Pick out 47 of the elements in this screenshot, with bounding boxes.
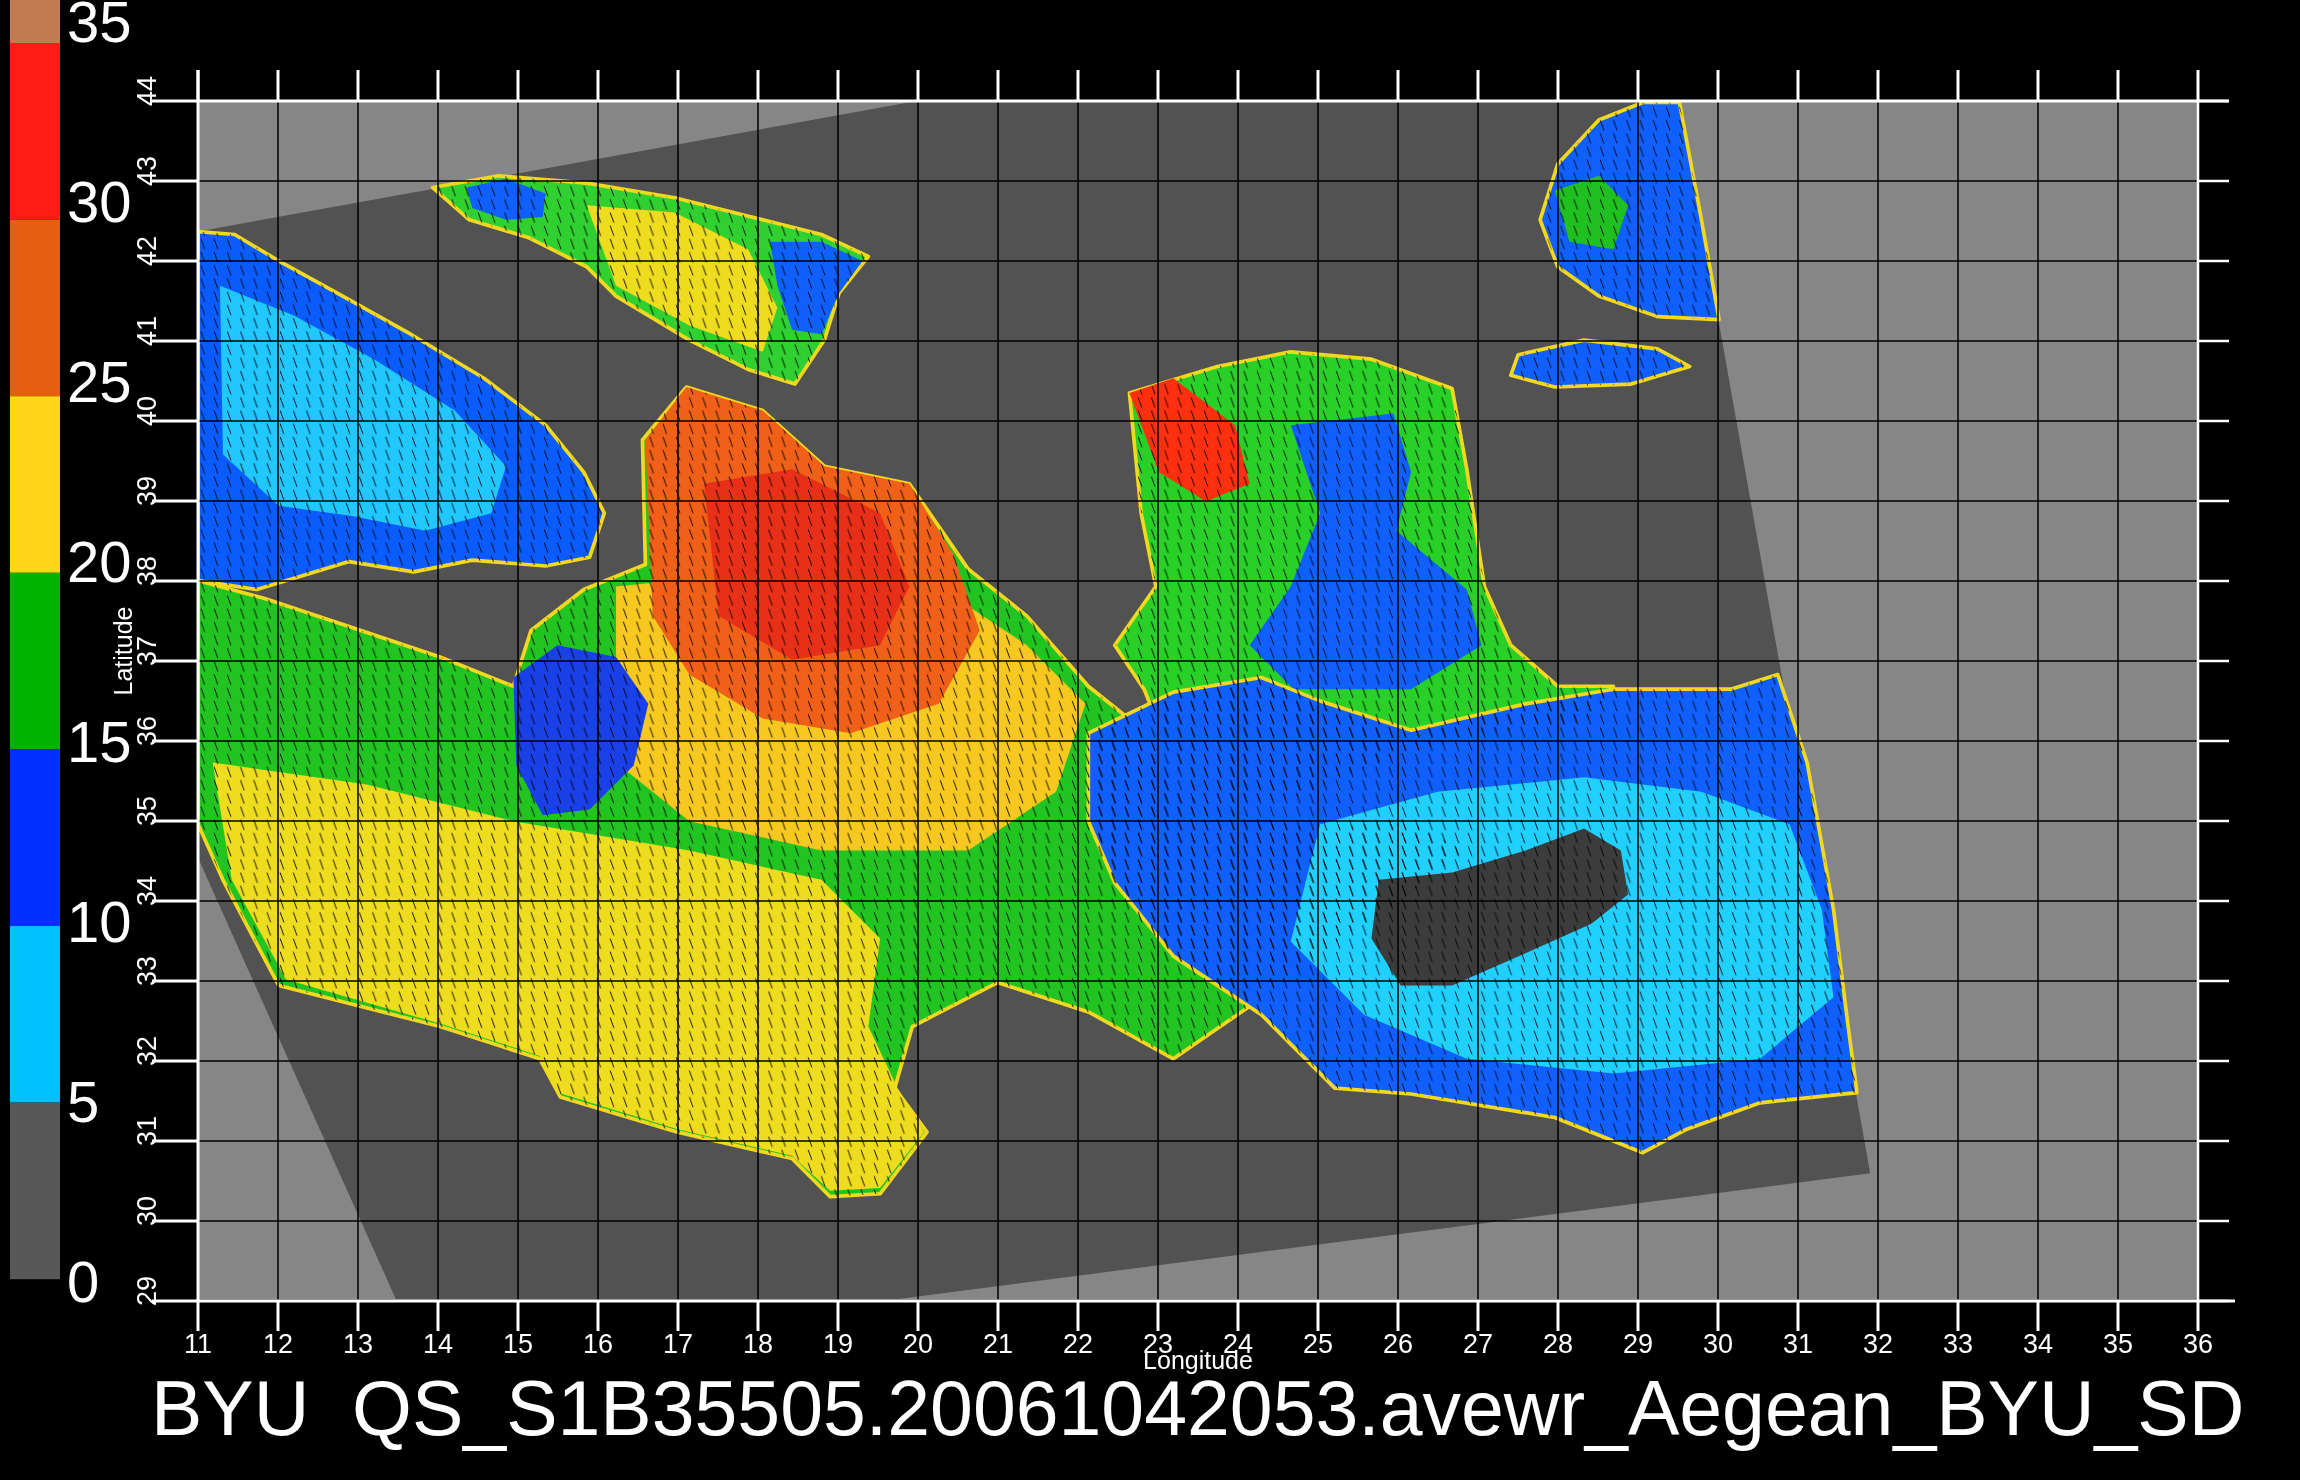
- x-tick-label: 13: [343, 1329, 373, 1359]
- x-tick-label: 34: [2023, 1329, 2053, 1359]
- y-tick-label: 43: [132, 155, 162, 186]
- colorbar-label: 25: [67, 349, 132, 414]
- y-tick-label: 33: [132, 955, 162, 986]
- y-tick-label: 32: [132, 1035, 162, 1066]
- x-tick-label: 33: [1943, 1329, 1973, 1359]
- x-tick-label: 11: [184, 1329, 212, 1359]
- x-tick-label: 35: [2103, 1329, 2133, 1359]
- x-tick-label: 32: [1863, 1329, 1893, 1359]
- x-tick-label: 26: [1383, 1329, 1413, 1359]
- x-tick-label: 16: [583, 1329, 613, 1359]
- x-tick-label: 18: [743, 1329, 773, 1359]
- y-tick-label: 30: [132, 1195, 162, 1226]
- y-tick-label: 36: [132, 715, 162, 746]
- y-tick-label: 39: [132, 475, 162, 506]
- y-tick-label: 29: [132, 1275, 162, 1306]
- x-tick-label: 12: [263, 1329, 293, 1359]
- x-tick-label: 30: [1703, 1329, 1733, 1359]
- x-tick-label: 17: [663, 1329, 693, 1359]
- x-tick-label: 29: [1623, 1329, 1653, 1359]
- colorbar-label: 10: [67, 889, 132, 954]
- x-tick-label: 36: [2183, 1329, 2213, 1359]
- colorbar-label: 15: [67, 709, 132, 774]
- colorbar-label: 30: [67, 169, 132, 234]
- y-tick-label: 40: [132, 395, 162, 426]
- x-tick-label: 25: [1303, 1329, 1333, 1359]
- x-tick-label: 15: [503, 1329, 533, 1359]
- x-tick-label: 19: [823, 1329, 853, 1359]
- x-tick-label: 14: [423, 1329, 453, 1359]
- y-tick-label: 31: [132, 1115, 162, 1146]
- x-tick-label: 31: [1783, 1329, 1813, 1359]
- y-tick-label: 42: [132, 235, 162, 266]
- x-tick-label: 27: [1463, 1329, 1493, 1359]
- x-tick-label: 22: [1063, 1329, 1093, 1359]
- colorbar-label: 5: [67, 1069, 100, 1134]
- x-tick-label: 20: [903, 1329, 933, 1359]
- y-tick-label: 35: [132, 795, 162, 826]
- colorbar-label: 20: [67, 529, 132, 594]
- y-tick-label: 34: [132, 875, 162, 906]
- x-tick-label: 28: [1543, 1329, 1573, 1359]
- colorbar-label: 35: [67, 0, 132, 54]
- colorbar-label: 0: [67, 1249, 100, 1314]
- y-tick-label: 44: [132, 75, 162, 106]
- y-tick-label: 38: [132, 555, 162, 586]
- y-tick-label: 41: [132, 315, 162, 346]
- x-tick-label: 21: [983, 1329, 1013, 1359]
